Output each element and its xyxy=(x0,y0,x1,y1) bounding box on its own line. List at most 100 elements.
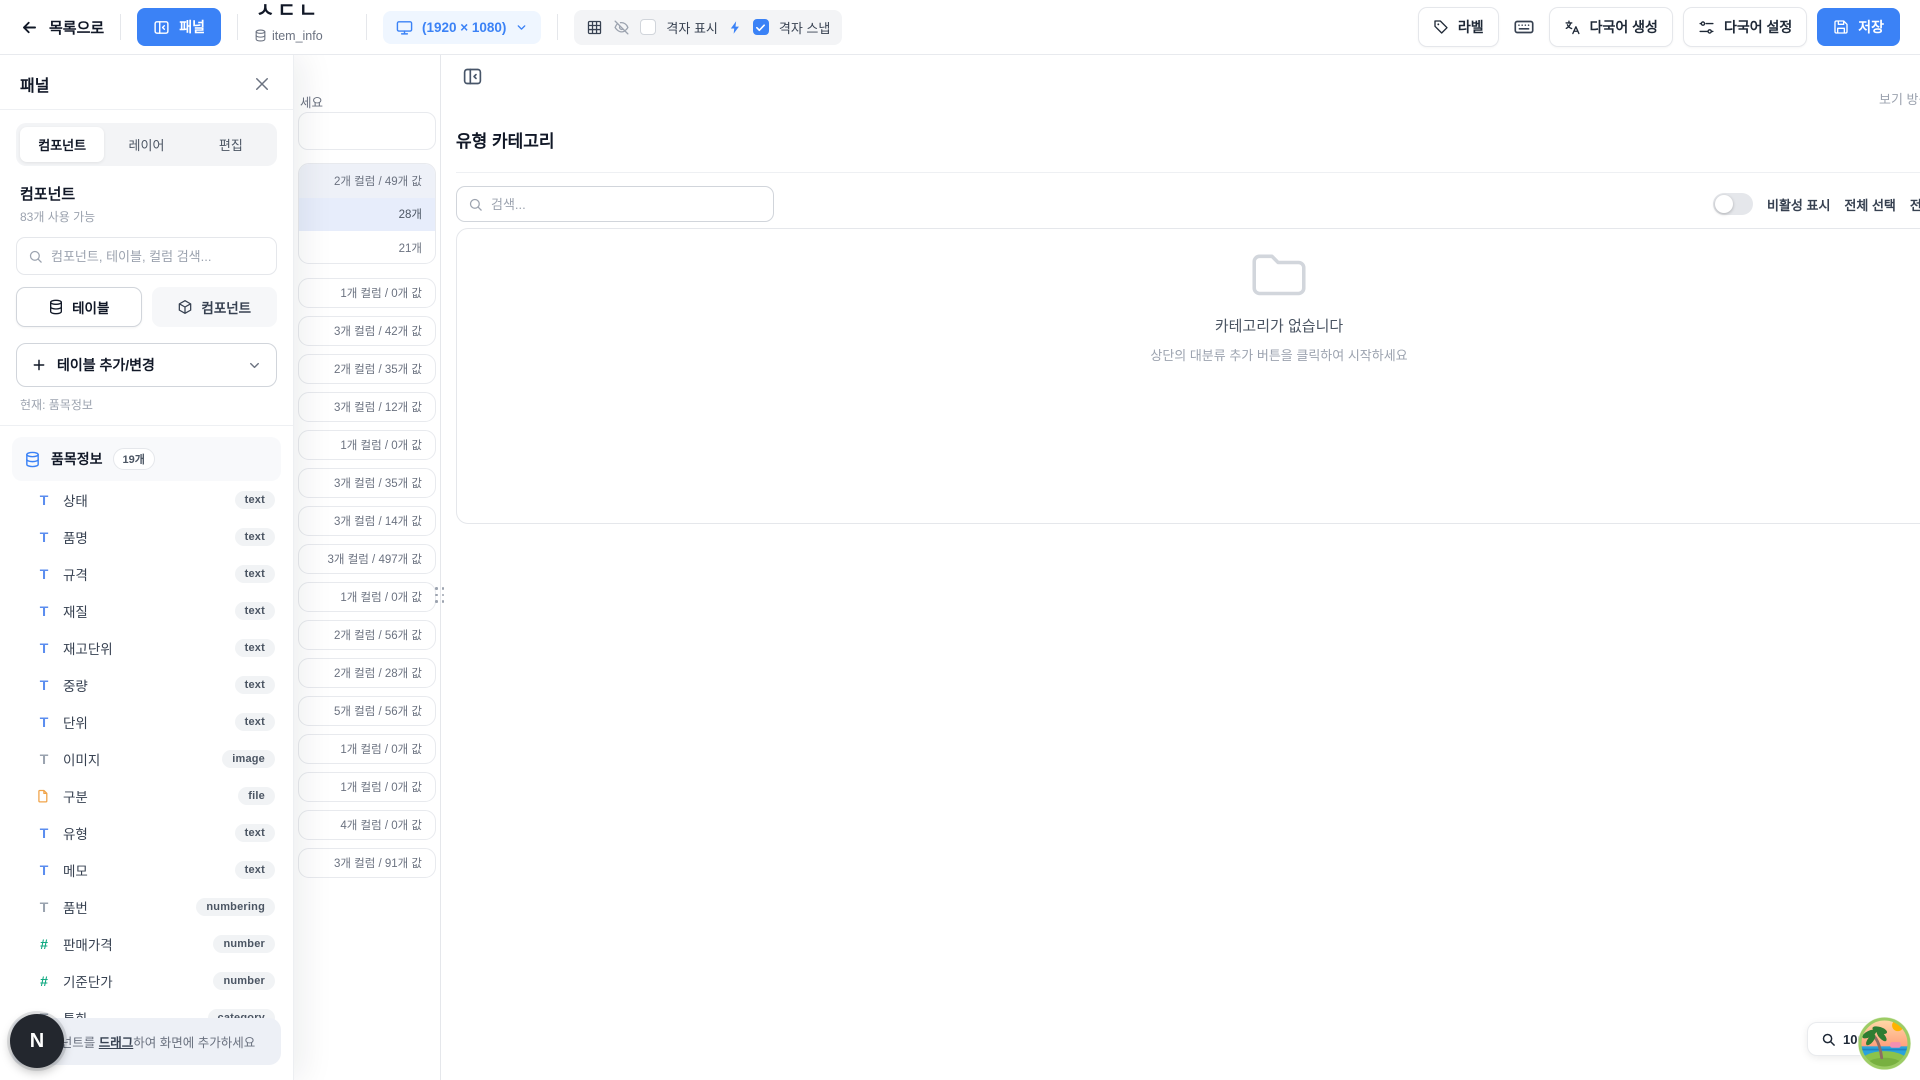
save-button[interactable]: 저장 xyxy=(1817,8,1900,46)
table-card[interactable]: 3개 컬럼 / 91개 값 xyxy=(298,848,436,878)
table-card[interactable]: 4개 컬럼 / 0개 값 xyxy=(298,810,436,840)
close-icon xyxy=(253,75,271,93)
table-group-row[interactable]: 2개 컬럼 / 49개 값 xyxy=(299,164,435,198)
resolution-dropdown[interactable]: (1920 × 1080) xyxy=(383,11,541,44)
keyboard-shortcuts-button[interactable] xyxy=(1509,12,1539,42)
field-row[interactable]: # 판매가격 number xyxy=(12,925,281,962)
table-card[interactable]: 5개 컬럼 / 56개 값 xyxy=(298,696,436,726)
divider xyxy=(366,14,367,40)
table-header-row[interactable]: 품목정보 19개 xyxy=(12,437,281,481)
table-card[interactable]: 1개 컬럼 / 0개 값 xyxy=(298,582,436,612)
panel-toggle-button[interactable]: 패널 xyxy=(137,8,221,46)
field-name: 유형 xyxy=(63,823,88,843)
field-type-icon: T xyxy=(36,678,52,692)
table-card[interactable]: 2개 컬럼 / 35개 값 xyxy=(298,354,436,384)
field-name: 규격 xyxy=(63,564,88,584)
panel-search xyxy=(16,237,277,275)
back-to-list-button[interactable]: 목록으로 xyxy=(20,17,104,38)
field-type-badge: text xyxy=(235,565,275,583)
resolution-value: (1920 × 1080) xyxy=(422,20,506,35)
tab-layers[interactable]: 레이어 xyxy=(104,127,188,162)
components-section-header: 컴포넌트 83개 사용 가능 xyxy=(0,166,293,225)
collapse-panel-button[interactable] xyxy=(460,64,485,89)
field-row[interactable]: T 상태 text xyxy=(12,481,281,518)
panel-title: 패널 xyxy=(20,72,49,96)
field-row[interactable]: T 품번 numbering xyxy=(12,888,281,925)
tab-edit[interactable]: 편집 xyxy=(189,127,273,162)
grid-show-checkbox[interactable] xyxy=(640,19,656,35)
save-icon xyxy=(1833,19,1849,35)
background-search-box[interactable] xyxy=(298,112,436,150)
field-type-icon: T xyxy=(36,900,52,914)
category-search-input[interactable] xyxy=(491,197,762,212)
field-row[interactable]: T 메모 text xyxy=(12,851,281,888)
field-type-icon: T xyxy=(36,641,52,655)
table-segment-label: 테이블 xyxy=(72,297,109,317)
field-name: 기준단가 xyxy=(63,971,113,991)
grid-options-group: 격자 표시 격자 스냅 xyxy=(574,10,842,45)
field-name: 구분 xyxy=(63,786,88,806)
table-card[interactable]: 2개 컬럼 / 28개 값 xyxy=(298,658,436,688)
field-row[interactable]: T 중량 text xyxy=(12,666,281,703)
panel-search-input[interactable] xyxy=(51,249,265,264)
tag-icon xyxy=(1433,19,1449,35)
field-row[interactable]: T 이미지 image xyxy=(12,740,281,777)
field-type-icon: T xyxy=(36,493,52,507)
deselect-all-button[interactable]: 전체 해제 xyxy=(1910,195,1920,214)
island-emoji-badge[interactable] xyxy=(1856,1015,1913,1072)
divider xyxy=(237,14,238,40)
field-type-badge: numbering xyxy=(196,898,275,916)
divider xyxy=(557,14,558,40)
field-type-badge: text xyxy=(235,676,275,694)
field-name: 재질 xyxy=(63,601,88,621)
cube-icon xyxy=(177,299,193,315)
panel-resize-divider[interactable] xyxy=(440,55,441,1080)
source-segment: 테이블 컴포넌트 xyxy=(16,287,277,327)
inactive-toggle[interactable] xyxy=(1713,193,1753,215)
field-list: T 상태 text T 품명 text T 규격 text T 재질 text … xyxy=(12,481,281,1073)
table-card[interactable]: 3개 컬럼 / 14개 값 xyxy=(298,506,436,536)
field-type-badge: text xyxy=(235,602,275,620)
tab-components[interactable]: 컴포넌트 xyxy=(20,127,104,162)
field-type-badge: file xyxy=(238,787,275,805)
assistant-logo-button[interactable]: N xyxy=(10,1014,64,1068)
table-segment-button[interactable]: 테이블 xyxy=(16,287,142,327)
table-group-row[interactable]: 28개 xyxy=(299,198,435,232)
table-card[interactable]: 3개 컬럼 / 42개 값 xyxy=(298,316,436,346)
background-table-list: 세요 2개 컬럼 / 49개 값28개21개 1개 컬럼 / 0개 값3개 컬럼… xyxy=(298,55,436,1080)
empty-state-title: 카테고리가 없습니다 xyxy=(1079,315,1479,336)
table-group-card[interactable]: 2개 컬럼 / 49개 값28개21개 xyxy=(298,163,436,264)
table-card[interactable]: 1개 컬럼 / 0개 값 xyxy=(298,772,436,802)
field-row[interactable]: T 규격 text xyxy=(12,555,281,592)
add-table-button[interactable]: 테이블 추가/변경 xyxy=(16,343,277,387)
field-row[interactable]: T 재질 text xyxy=(12,592,281,629)
component-segment-button[interactable]: 컴포넌트 xyxy=(152,287,278,327)
panel-close-button[interactable] xyxy=(251,73,273,95)
field-row[interactable]: # 기준단가 number xyxy=(12,962,281,999)
field-row[interactable]: T 품명 text xyxy=(12,518,281,555)
empty-state: 카테고리가 없습니다 상단의 대분류 추가 버튼을 클릭하여 시작하세요 xyxy=(1079,251,1479,364)
table-card[interactable]: 1개 컬럼 / 0개 값 xyxy=(298,430,436,460)
field-row[interactable]: T 단위 text xyxy=(12,703,281,740)
field-row[interactable]: T 재고단위 text xyxy=(12,629,281,666)
field-type-icon: T xyxy=(36,826,52,840)
table-card[interactable]: 1개 컬럼 / 0개 값 xyxy=(298,734,436,764)
grid-snap-label: 격자 스냅 xyxy=(779,18,830,37)
category-empty-card: 카테고리가 없습니다 상단의 대분류 추가 버튼을 클릭하여 시작하세요 xyxy=(456,228,1920,524)
field-row[interactable]: T 유형 text xyxy=(12,814,281,851)
grid-snap-checkbox[interactable] xyxy=(753,19,769,35)
table-card[interactable]: 1개 컬럼 / 0개 값 xyxy=(298,278,436,308)
i18n-settings-button[interactable]: 다국어 설정 xyxy=(1683,7,1807,47)
table-card[interactable]: 2개 컬럼 / 56개 값 xyxy=(298,620,436,650)
table-card[interactable]: 3개 컬럼 / 497개 값 xyxy=(298,544,436,574)
select-all-button[interactable]: 전체 선택 xyxy=(1844,195,1895,214)
table-card[interactable]: 3개 컬럼 / 12개 값 xyxy=(298,392,436,422)
field-row[interactable]: 구분 file xyxy=(12,777,281,814)
table-group-row[interactable]: 21개 xyxy=(299,231,435,264)
i18n-generate-button[interactable]: 다국어 생성 xyxy=(1549,7,1673,47)
empty-state-subtitle: 상단의 대분류 추가 버튼을 클릭하여 시작하세요 xyxy=(1079,345,1479,364)
label-button[interactable]: 라벨 xyxy=(1418,7,1499,47)
field-type-badge: text xyxy=(235,824,275,842)
table-card[interactable]: 3개 컬럼 / 35개 값 xyxy=(298,468,436,498)
drag-handle-icon[interactable] xyxy=(435,587,446,604)
